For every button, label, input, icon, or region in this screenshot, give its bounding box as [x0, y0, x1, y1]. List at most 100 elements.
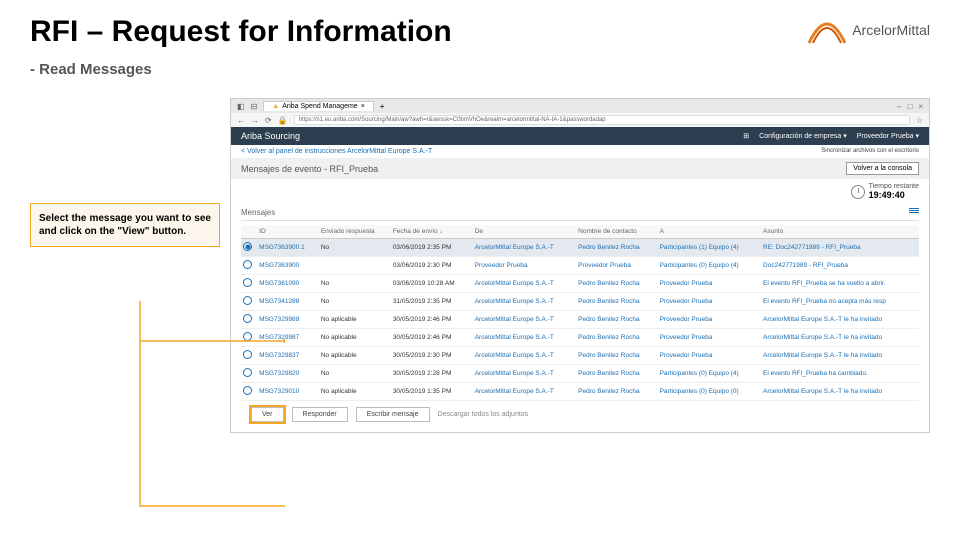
- table-row[interactable]: MSG7329988 No aplicable 30/05/2019 2:46 …: [241, 311, 919, 329]
- cell-contact: Pedro Benitez Rocha: [576, 311, 657, 329]
- cell-from: ArcelorMittal Europe S.A.-T: [473, 293, 576, 311]
- row-radio[interactable]: [243, 260, 252, 269]
- cell-id: MSG7363900: [257, 257, 319, 275]
- cell-date: 30/05/2019 2:46 PM: [391, 311, 473, 329]
- row-radio[interactable]: [243, 368, 252, 377]
- cell-subject: RE: Doc242771989 - RFI_Prueba: [761, 239, 919, 257]
- cell-contact: Pedro Benitez Rocha: [576, 365, 657, 383]
- maximize-icon[interactable]: □: [907, 102, 912, 111]
- cell-to: Proveedor Prueba: [658, 311, 761, 329]
- row-radio[interactable]: [243, 296, 252, 305]
- col-from[interactable]: De: [473, 225, 576, 239]
- cell-to: Participantes (0) Equipo (0): [658, 383, 761, 401]
- table-row[interactable]: MSG7329820 No 30/05/2019 2:28 PM Arcelor…: [241, 365, 919, 383]
- browser-window: ◧ ⊟ ▲Ariba Spend Manageme× + – □ × ← → ⟳…: [230, 98, 930, 433]
- cell-subject: El evento RFI_Prueba ha cambiado.: [761, 365, 919, 383]
- brand-name: ArcelorMittal: [852, 22, 930, 38]
- table-row[interactable]: MSG7329987 No aplicable 30/05/2019 2:46 …: [241, 329, 919, 347]
- time-remaining-value: 19:49:40: [869, 190, 919, 200]
- col-id[interactable]: ID: [257, 225, 319, 239]
- cell-contact: Proveedor Prueba: [576, 257, 657, 275]
- instruction-callout: Select the message you want to see and c…: [30, 203, 220, 247]
- grid-apps-icon[interactable]: ⊞: [743, 132, 749, 140]
- compose-button[interactable]: Escribir mensaje: [356, 407, 430, 422]
- clock-icon: [851, 185, 865, 199]
- cell-from: ArcelorMittal Europe S.A.-T: [473, 383, 576, 401]
- table-menu-icon[interactable]: [909, 208, 919, 217]
- back-to-console-button[interactable]: Volver a la consola: [846, 162, 919, 175]
- tab-favicon-icon: ▲: [272, 103, 279, 110]
- cell-from: Proveedor Prueba: [473, 257, 576, 275]
- cell-subject: ArcelorMittal Europe S.A.-T le ha invita…: [761, 329, 919, 347]
- table-row[interactable]: MSG7341288 No 31/05/2019 2:35 PM Arcelor…: [241, 293, 919, 311]
- cell-from: ArcelorMittal Europe S.A.-T: [473, 239, 576, 257]
- cell-reply: No aplicable: [319, 347, 391, 365]
- star-icon[interactable]: ☆: [916, 116, 923, 125]
- view-button[interactable]: Ver: [251, 407, 284, 422]
- tab-list-icon[interactable]: ⊟: [251, 102, 258, 111]
- close-icon[interactable]: ×: [918, 102, 923, 111]
- address-bar[interactable]: https://s1.eu.ariba.com/Sourcing/Main/aw…: [294, 115, 910, 125]
- cell-contact: Pedro Benitez Rocha: [576, 329, 657, 347]
- reply-button[interactable]: Responder: [292, 407, 348, 422]
- cell-date: 30/05/2019 2:46 PM: [391, 329, 473, 347]
- cell-to: Participantes (0) Equipo (4): [658, 257, 761, 275]
- page-title: RFI – Request for Information: [30, 15, 452, 49]
- cell-from: ArcelorMittal Europe S.A.-T: [473, 311, 576, 329]
- row-radio[interactable]: [243, 242, 252, 251]
- download-attachments-link[interactable]: Descargar todos los adjuntos: [438, 411, 529, 418]
- close-tab-icon[interactable]: ×: [361, 103, 365, 110]
- col-contact[interactable]: Nombre de contacto: [576, 225, 657, 239]
- cell-date: 03/06/2019 10:28 AM: [391, 275, 473, 293]
- cell-reply: No: [319, 275, 391, 293]
- cell-reply: [319, 257, 391, 275]
- table-row[interactable]: MSG7363900 03/06/2019 2:30 PM Proveedor …: [241, 257, 919, 275]
- cell-to: Proveedor Prueba: [658, 293, 761, 311]
- table-row[interactable]: MSG7329010 No aplicable 30/05/2019 1:35 …: [241, 383, 919, 401]
- forward-icon[interactable]: →: [251, 116, 259, 125]
- col-to[interactable]: A: [658, 225, 761, 239]
- row-radio[interactable]: [243, 386, 252, 395]
- back-to-dashboard-link[interactable]: < Volver al panel de instrucciones Arcel…: [241, 148, 432, 155]
- cell-date: 30/05/2019 2:28 PM: [391, 365, 473, 383]
- cell-subject: El evento RFI_Prueba no acepta más resp: [761, 293, 919, 311]
- new-tab-icon[interactable]: +: [380, 102, 385, 111]
- cell-to: Participantes (0) Equipo (4): [658, 365, 761, 383]
- company-config-menu[interactable]: Configuración de empresa ▾: [759, 132, 847, 140]
- browser-tab[interactable]: ▲Ariba Spend Manageme×: [263, 101, 374, 111]
- user-menu[interactable]: Proveedor Prueba ▾: [857, 132, 919, 140]
- back-icon[interactable]: ←: [237, 116, 245, 125]
- edge-icon: ◧: [237, 102, 245, 111]
- cell-subject: Doc242771989 - RFI_Prueba: [761, 257, 919, 275]
- cell-subject: ArcelorMittal Europe S.A.-T le ha invita…: [761, 383, 919, 401]
- cell-to: Proveedor Prueba: [658, 347, 761, 365]
- refresh-icon[interactable]: ⟳: [265, 116, 272, 125]
- cell-id: MSG7363900.1: [257, 239, 319, 257]
- table-row[interactable]: MSG7363900.1 No 03/06/2019 2:35 PM Arcel…: [241, 239, 919, 257]
- brand-logo: ArcelorMittal: [807, 15, 930, 45]
- cell-contact: Pedro Benitez Rocha: [576, 347, 657, 365]
- product-name: Ariba Sourcing: [241, 131, 300, 141]
- cell-id: MSG7329988: [257, 311, 319, 329]
- cell-id: MSG7329820: [257, 365, 319, 383]
- col-reply[interactable]: Enviado respuesta: [319, 225, 391, 239]
- col-subject[interactable]: Asunto: [761, 225, 919, 239]
- cell-reply: No aplicable: [319, 311, 391, 329]
- cell-contact: Pedro Benitez Rocha: [576, 275, 657, 293]
- cell-contact: Pedro Benitez Rocha: [576, 383, 657, 401]
- cell-reply: No: [319, 239, 391, 257]
- table-row[interactable]: MSG7329837 No aplicable 30/05/2019 2:30 …: [241, 347, 919, 365]
- cell-id: MSG7361090: [257, 275, 319, 293]
- minimize-icon[interactable]: –: [897, 102, 901, 111]
- cell-from: ArcelorMittal Europe S.A.-T: [473, 365, 576, 383]
- table-row[interactable]: MSG7361090 No 03/06/2019 10:28 AM Arcelo…: [241, 275, 919, 293]
- cell-date: 30/05/2019 2:30 PM: [391, 347, 473, 365]
- cell-date: 30/05/2019 1:35 PM: [391, 383, 473, 401]
- row-radio[interactable]: [243, 278, 252, 287]
- row-radio[interactable]: [243, 314, 252, 323]
- row-radio[interactable]: [243, 332, 252, 341]
- col-date[interactable]: Fecha de envío ↓: [391, 225, 473, 239]
- messages-section-label: Mensajes: [241, 208, 275, 217]
- event-messages-title: Mensajes de evento - RFI_Prueba: [241, 164, 378, 174]
- row-radio[interactable]: [243, 350, 252, 359]
